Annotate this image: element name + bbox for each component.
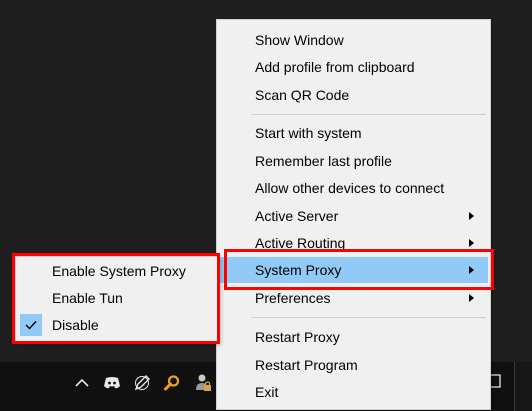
menu-item-remember-last-profile[interactable]: Remember last profile [219, 148, 488, 174]
menu-item-label: Start with system [255, 125, 362, 141]
user-lock-icon[interactable] [193, 372, 213, 394]
menu-item-label: Exit [255, 384, 279, 400]
pen-icon[interactable] [132, 372, 152, 394]
submenu-arrow-icon [469, 294, 474, 302]
menu-item-label: Add profile from clipboard [255, 59, 415, 75]
menu-item-active-server[interactable]: Active Server [219, 203, 488, 229]
menu-item-label: Restart Proxy [255, 329, 340, 345]
menu-item-label: Restart Program [255, 357, 358, 373]
menu-separator [251, 114, 486, 115]
submenu-arrow-icon [469, 239, 474, 247]
menu-item-label: Active Server [255, 208, 339, 224]
menu-item-label: Show Window [255, 32, 344, 48]
menu-item-label: Scan QR Code [255, 87, 350, 103]
show-desktop-button[interactable] [514, 362, 532, 411]
menu-item-exit[interactable]: Exit [219, 379, 488, 405]
menu-item-label: Allow other devices to connect [255, 180, 445, 196]
menu-item-restart-program[interactable]: Restart Program [219, 352, 488, 378]
tray-context-menu: Show Window Add profile from clipboard S… [216, 19, 491, 410]
chevron-up-icon[interactable] [72, 372, 92, 394]
menu-item-label: Preferences [255, 290, 331, 306]
submenu-arrow-icon [469, 212, 474, 220]
menu-item-add-profile-from-clipboard[interactable]: Add profile from clipboard [219, 54, 488, 80]
annotation-box-system-proxy [224, 249, 494, 290]
annotation-box-proxy-submenu [12, 253, 220, 344]
magnifier-icon[interactable] [162, 372, 182, 394]
menu-item-restart-proxy[interactable]: Restart Proxy [219, 324, 488, 350]
discord-icon[interactable] [102, 372, 122, 394]
menu-item-allow-other-devices[interactable]: Allow other devices to connect [219, 175, 488, 201]
menu-item-label: Remember last profile [255, 153, 392, 169]
menu-item-start-with-system[interactable]: Start with system [219, 120, 488, 146]
menu-item-scan-qr-code[interactable]: Scan QR Code [219, 82, 488, 108]
menu-item-show-window[interactable]: Show Window [219, 27, 488, 53]
menu-separator [251, 317, 486, 318]
